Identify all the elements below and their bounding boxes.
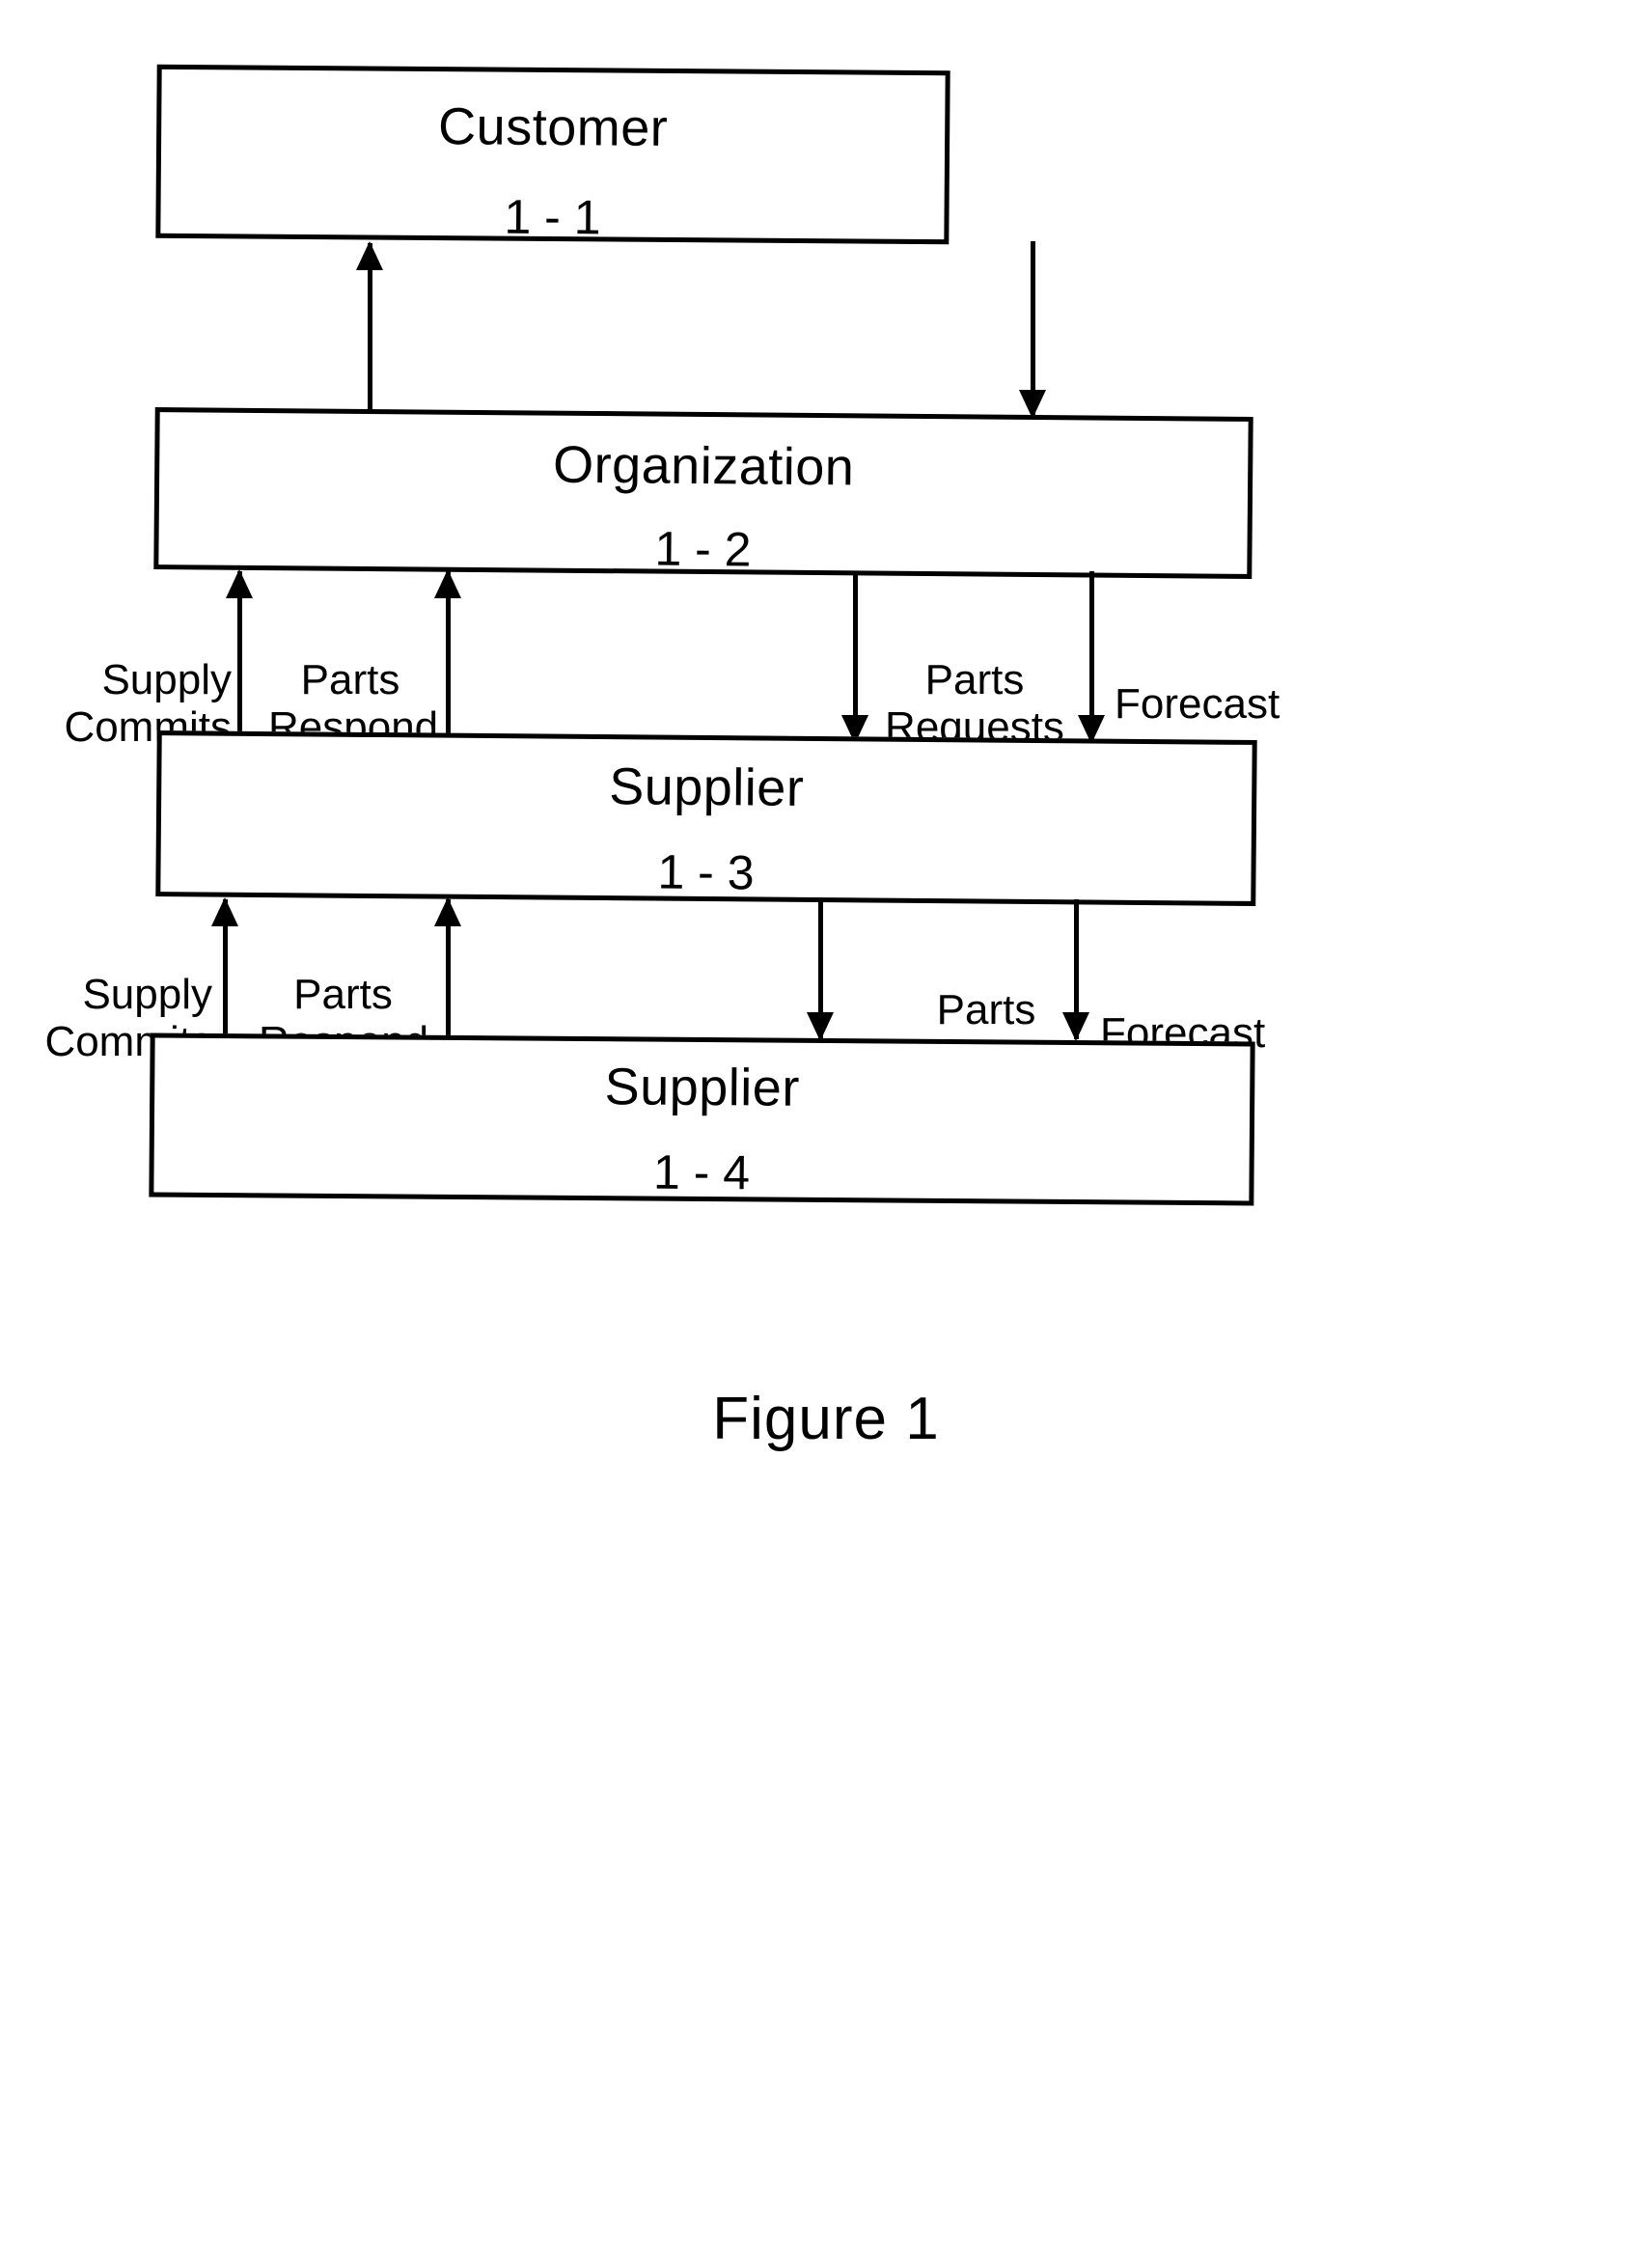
arrow-head-up-icon	[356, 241, 383, 270]
arrow-head-up-icon	[211, 897, 238, 926]
node-box-customer[interactable]: Customer 1 - 1	[155, 64, 950, 245]
edge-label-line-1: Supply	[82, 971, 212, 1018]
figure-page: Customer 1 - 1 Orders Filled Orders Orga…	[0, 0, 1652, 2257]
arrow-head-down-icon	[807, 1012, 834, 1041]
edge-label-line-1: Parts	[293, 971, 393, 1018]
edge-label-line-1: Supply	[101, 656, 232, 703]
edge-label-line-1: Parts	[924, 656, 1025, 703]
node-box-supplier-1-3[interactable]: Supplier 1 - 3	[155, 730, 1257, 906]
arrow-head-up-icon	[226, 569, 253, 598]
node-title-supplier-1-3: Supplier	[608, 757, 805, 817]
arrow-head-up-icon	[434, 569, 461, 598]
edge-label-line-1: Parts	[300, 656, 400, 703]
node-ref-customer: 1 - 1	[504, 189, 601, 245]
node-ref-organization: 1 - 2	[654, 521, 752, 577]
edge-label-forecast-upper: Forecast	[1115, 680, 1404, 728]
node-ref-supplier-1-4: 1 - 4	[652, 1144, 751, 1200]
figure-caption: Figure 1	[712, 1386, 940, 1452]
node-title-customer: Customer	[437, 97, 669, 157]
node-ref-supplier-1-3: 1 - 3	[657, 844, 755, 900]
node-box-supplier-1-4[interactable]: Supplier 1 - 4	[149, 1032, 1255, 1206]
node-title-organization: Organization	[552, 435, 855, 497]
node-box-organization[interactable]: Organization 1 - 2	[153, 407, 1253, 579]
edge-label-line-1: Parts	[936, 986, 1036, 1033]
arrow-head-up-icon	[434, 897, 461, 926]
arrow-head-down-icon	[1062, 1012, 1089, 1041]
edge-label-line-1: Forecast	[1115, 680, 1280, 728]
node-title-supplier-1-4: Supplier	[604, 1058, 801, 1117]
